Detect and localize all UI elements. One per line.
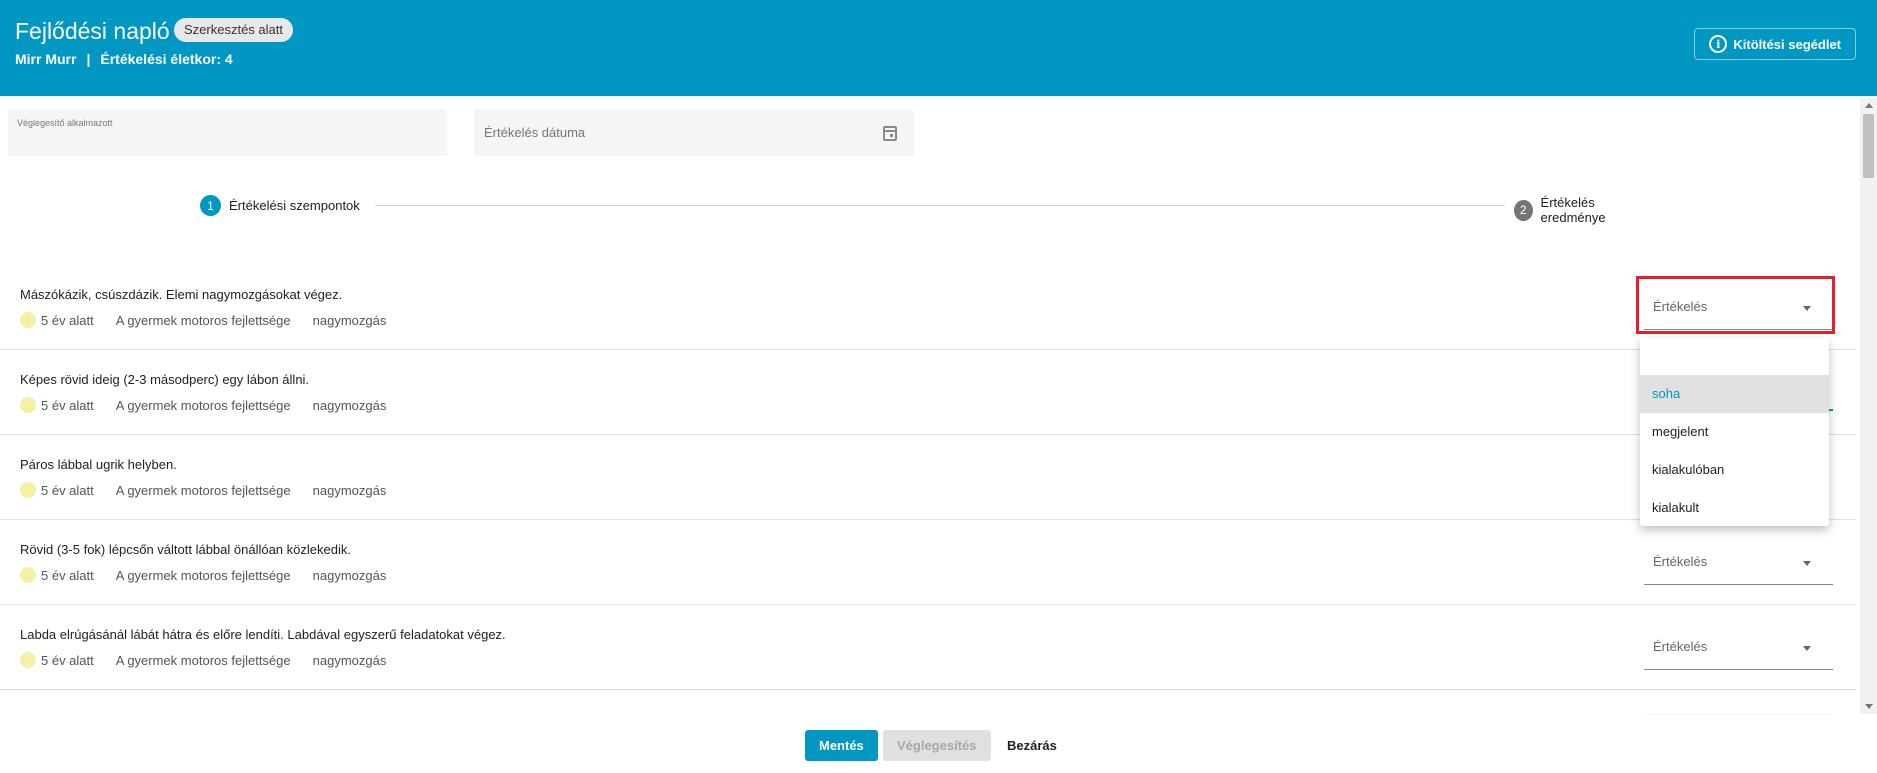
dropdown-option-kialakuloban[interactable]: kialakulóban [1640,451,1829,489]
step-label: Értékelési szempontok [229,198,360,213]
age-label: Értékelési életkor: 4 [100,51,233,67]
development-area: A gyermek motoros fejlettsége [115,312,291,328]
age-group: 5 év alatt [41,482,94,498]
rating-select-placeholder: Értékelés [1653,639,1708,654]
scrollbar[interactable] [1860,98,1877,714]
page-title: Fejlődési napló [15,18,170,44]
criterion-meta: 5 év alatt A gyermek motoros fejlettsége… [20,312,386,328]
finalize-button[interactable]: Véglegesítés [883,730,991,761]
calendar-icon[interactable] [883,126,897,141]
info-icon: i [1709,35,1728,53]
development-area: A gyermek motoros fejlettsége [115,567,291,583]
dropdown-option-soha[interactable]: soha [1640,375,1829,413]
age-group: 5 év alatt [41,397,94,413]
close-button[interactable]: Bezárás [993,730,1071,761]
age-group: 5 év alatt [41,652,94,668]
list-item: Mászókázik, csúszdázik. Elemi nagymozgás… [0,265,1856,350]
sub-area: nagymozgás [312,312,387,328]
criteria-list[interactable]: Mászókázik, csúszdázik. Elemi nagymozgás… [0,265,1856,715]
list-item: Labda elrúgásánál lábát hátra és előre l… [0,605,1856,690]
criterion-meta: 5 év alatt A gyermek motoros fejlettsége… [20,482,386,498]
dropdown-option-kialakult[interactable]: kialakult [1640,489,1829,527]
chevron-down-icon [1803,646,1811,651]
dropdown-option-empty[interactable] [1640,338,1829,376]
help-button-label: Kitöltési segédlet [1733,36,1841,52]
date-field-label: Értékelés dátuma [484,125,586,140]
date-field[interactable]: Értékelés dátuma [474,109,914,156]
age-dot-icon [20,397,36,413]
age-group: 5 év alatt [41,312,94,328]
list-item: Képes rövid ideig (2-3 másodperc) egy lá… [0,350,1856,435]
age-group: 5 év alatt [41,567,94,583]
rating-select-placeholder: Értékelés [1653,554,1708,569]
list-item: Páros lábbal ugrik helyben. 5 év alatt A… [0,435,1856,520]
criterion-meta: 5 év alatt A gyermek motoros fejlettsége… [20,397,386,413]
stepper-line [375,205,1505,206]
employee-field-label: Véglegesítő alkalmazott [17,118,113,128]
app-header: Fejlődési napló Szerkesztés alatt Mirr M… [0,0,1877,96]
save-button[interactable]: Mentés [805,730,878,761]
criterion-text: Mászókázik, csúszdázik. Elemi nagymozgás… [20,287,343,302]
age-dot-icon [20,567,36,583]
list-item: Rövid (3-5 fok) lépcsőn váltott lábbal ö… [0,520,1856,605]
sub-area: nagymozgás [312,482,387,498]
header-subtitle: Mirr Murr | Értékelési életkor: 4 [15,51,233,67]
header-separator: | [86,51,91,67]
step-criteria[interactable]: 1 Értékelési szempontok [200,195,366,216]
age-dot-icon [20,652,36,668]
step-result[interactable]: 2 Értékelés eredménye [1508,195,1655,225]
sub-area: nagymozgás [312,567,387,583]
criterion-meta: 5 év alatt A gyermek motoros fejlettsége… [20,567,386,583]
list-item-partial [0,690,1856,715]
scrollbar-thumb[interactable] [1863,114,1874,178]
chevron-down-icon [1803,561,1811,566]
scroll-down-icon[interactable] [1865,704,1873,709]
dropdown-option-megjelent[interactable]: megjelent [1640,413,1829,451]
step-label: Értékelés eredménye [1540,195,1606,225]
criterion-meta: 5 év alatt A gyermek motoros fejlettsége… [20,652,386,668]
development-area: A gyermek motoros fejlettsége [115,652,291,668]
step-number: 2 [1514,199,1533,221]
action-bar: Mentés Véglegesítés Bezárás [0,715,1877,773]
sub-area: nagymozgás [312,397,387,413]
sub-area: nagymozgás [312,652,387,668]
stepper: 1 Értékelési szempontok 2 Értékelés ered… [200,195,1655,225]
status-badge: Szerkesztés alatt [174,18,293,42]
employee-field[interactable]: Véglegesítő alkalmazott [8,109,447,156]
scroll-up-icon[interactable] [1865,103,1873,108]
focus-highlight-box [1636,276,1835,334]
development-area: A gyermek motoros fejlettsége [115,482,291,498]
development-area: A gyermek motoros fejlettsége [115,397,291,413]
rating-select[interactable]: Értékelés [1644,625,1833,670]
step-number: 1 [200,195,221,216]
child-name: Mirr Murr [15,51,77,67]
criterion-text: Képes rövid ideig (2-3 másodperc) egy lá… [20,372,310,387]
criterion-text: Labda elrúgásánál lábát hátra és előre l… [20,627,506,642]
criterion-text: Páros lábbal ugrik helyben. [20,457,177,472]
age-dot-icon [20,482,36,498]
age-dot-icon [20,312,36,328]
help-button[interactable]: i Kitöltési segédlet [1694,28,1856,60]
rating-select[interactable]: Értékelés [1644,540,1833,585]
rating-dropdown-menu[interactable]: soha megjelent kialakulóban kialakult [1640,338,1829,526]
criterion-text: Rövid (3-5 fok) lépcsőn váltott lábbal ö… [20,542,351,557]
